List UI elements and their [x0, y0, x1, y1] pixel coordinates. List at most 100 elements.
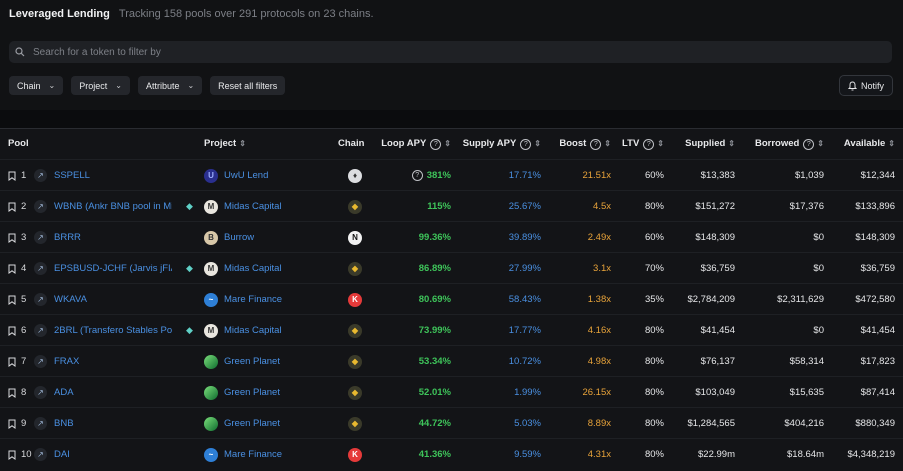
search-bar[interactable] — [9, 41, 892, 63]
boost-value: 4.16x — [587, 325, 611, 336]
external-link-icon[interactable]: ↗ — [34, 253, 47, 284]
bookmark-icon[interactable] — [8, 284, 16, 315]
bookmark-icon[interactable] — [8, 439, 16, 470]
project-link[interactable]: Green Planet — [204, 346, 280, 377]
project-link[interactable]: ~ Mare Finance — [204, 284, 282, 315]
project-link[interactable]: U UwU Lend — [204, 160, 268, 191]
project-link[interactable]: M Midas Capital — [204, 315, 282, 346]
row-rank: 1 — [21, 170, 27, 181]
boost-value: 3.1x — [593, 263, 611, 274]
pool-link[interactable]: ADA — [54, 377, 74, 408]
col-header-chain-label: Chain — [338, 138, 365, 149]
help-icon[interactable]: ? — [430, 139, 442, 150]
external-link-icon[interactable]: ↗ — [34, 377, 47, 408]
bsc-icon: ◆ — [348, 385, 362, 400]
supply-apy-value: 9.59% — [514, 449, 541, 460]
boost-value: 4.5x — [593, 201, 611, 212]
row-rank: 10 — [21, 449, 32, 460]
help-icon[interactable]: ? — [411, 170, 423, 181]
table-row[interactable]: 8 ↗ ADA Green Planet ◆ 52.01% 1.99% 26.1… — [0, 376, 903, 408]
pool-link[interactable]: WBNB (Ankr BNB pool in Midas Capital) — [54, 191, 172, 222]
col-header-project[interactable]: Project ⇕ — [204, 138, 246, 149]
table-row[interactable]: 2 ↗ WBNB (Ankr BNB pool in Midas Capital… — [0, 190, 903, 222]
attribute-filter-button[interactable]: Attribute ⌄ — [137, 76, 203, 95]
chain-filter-button[interactable]: Chain ⌄ — [9, 76, 64, 95]
table-row[interactable]: 5 ↗ WKAVA ~ Mare Finance K 80.69% 58.43%… — [0, 283, 903, 315]
pool-link[interactable]: BRRR — [54, 222, 81, 253]
project-name: Mare Finance — [224, 449, 283, 460]
reset-filters-button[interactable]: Reset all filters — [210, 76, 286, 95]
loop-apy-text: 99.36% — [418, 232, 451, 243]
help-icon[interactable]: ? — [590, 139, 602, 150]
bookmark-icon[interactable] — [8, 253, 16, 284]
project-link[interactable]: B Burrow — [204, 222, 254, 253]
project-filter-button[interactable]: Project ⌄ — [71, 76, 130, 95]
project-name: Green Planet — [224, 418, 280, 429]
table-row[interactable]: 4 ↗ EPSBUSD-JCHF (Jarvis jFIAT Pool) ◆ M… — [0, 252, 903, 284]
external-link-icon[interactable]: ↗ — [34, 346, 47, 377]
external-link-icon[interactable]: ↗ — [34, 408, 47, 439]
loop-apy-text: 80.69% — [418, 294, 451, 305]
bookmark-icon[interactable] — [8, 191, 16, 222]
project-link[interactable]: M Midas Capital — [204, 191, 282, 222]
available-value: $472,580 — [855, 294, 895, 305]
col-header-borrowed[interactable]: Borrowed? ⇕ — [755, 138, 824, 150]
boost-value: 4.31x — [587, 449, 611, 460]
chain-cell: N — [348, 222, 362, 253]
filter-bar: Chain ⌄ Project ⌄ Attribute ⌄ Reset all fil… — [9, 76, 286, 95]
help-icon[interactable]: ? — [803, 139, 815, 150]
external-link-icon[interactable]: ↗ — [34, 222, 47, 253]
external-link-icon[interactable]: ↗ — [34, 315, 47, 346]
loop-apy-text: 381% — [426, 170, 451, 181]
sort-icon: ⇕ — [239, 139, 246, 148]
loop-apy-value: 99.36% — [419, 222, 451, 253]
available-value: $17,823 — [860, 356, 895, 367]
external-link-icon[interactable]: ↗ — [34, 191, 47, 222]
lending-table: Pool Project ⇕ Chain Loop APY? ⇕ Supply AP… — [0, 128, 903, 471]
col-header-supplied[interactable]: Supplied ⇕ — [685, 138, 735, 149]
pool-link[interactable]: FRAX — [54, 346, 79, 377]
table-row[interactable]: 1 ↗ SSPELL U UwU Lend ♦ ? 381% 17.71% 21.… — [0, 159, 903, 191]
project-link[interactable]: Green Planet — [204, 408, 280, 439]
supply-apy-value: 25.67% — [508, 201, 541, 212]
pool-link[interactable]: WKAVA — [54, 284, 87, 315]
bookmark-icon[interactable] — [8, 377, 16, 408]
bookmark-icon[interactable] — [8, 160, 16, 191]
help-icon[interactable]: ? — [520, 139, 532, 150]
bookmark-icon[interactable] — [8, 408, 16, 439]
project-link[interactable]: ~ Mare Finance — [204, 439, 282, 470]
table-row[interactable]: 9 ↗ BNB Green Planet ◆ 44.72% 5.03% 8.89… — [0, 407, 903, 439]
external-link-icon[interactable]: ↗ — [34, 439, 47, 470]
bookmark-icon[interactable] — [8, 222, 16, 253]
project-link[interactable]: M Midas Capital — [204, 253, 282, 284]
help-icon[interactable]: ? — [643, 139, 655, 150]
col-header-supplied-label: Supplied — [685, 138, 726, 149]
bookmark-icon[interactable] — [8, 315, 16, 346]
notify-button[interactable]: Notify — [838, 75, 893, 96]
pool-link[interactable]: BNB — [54, 408, 74, 439]
table-row[interactable]: 10 ↗ DAI ~ Mare Finance K 41.36% 9.59% 4… — [0, 438, 903, 470]
col-header-available[interactable]: Available ⇕ — [844, 138, 895, 149]
table-row[interactable]: 6 ↗ 2BRL (Transfero Stables Pool) ◆ M Mi… — [0, 314, 903, 346]
borrowed-value: $0 — [813, 263, 824, 274]
pool-link[interactable]: SSPELL — [54, 160, 90, 191]
col-header-ltv[interactable]: LTV? ⇕ — [622, 138, 664, 150]
col-header-loop-apy[interactable]: Loop APY? ⇕ — [381, 138, 451, 150]
col-header-boost[interactable]: Boost? ⇕ — [559, 138, 611, 150]
pool-link[interactable]: DAI — [54, 439, 70, 470]
external-link-icon[interactable]: ↗ — [34, 160, 47, 191]
pool-link[interactable]: EPSBUSD-JCHF (Jarvis jFIAT Pool) — [54, 253, 172, 284]
loop-apy-text: 53.34% — [418, 356, 451, 367]
external-link-icon[interactable]: ↗ — [34, 284, 47, 315]
page-title: Leveraged Lending — [9, 8, 110, 20]
search-icon — [15, 47, 25, 57]
project-link[interactable]: Green Planet — [204, 377, 280, 408]
table-row[interactable]: 3 ↗ BRRR B Burrow N 99.36% 39.89% 2.49x … — [0, 221, 903, 253]
table-row[interactable]: 7 ↗ FRAX Green Planet ◆ 53.34% 10.72% 4.… — [0, 345, 903, 377]
col-header-supply-apy[interactable]: Supply APY? ⇕ — [463, 138, 541, 150]
row-rank: 2 — [21, 201, 27, 212]
bookmark-icon[interactable] — [8, 346, 16, 377]
ltv-value: 80% — [644, 387, 664, 398]
pool-link[interactable]: 2BRL (Transfero Stables Pool) — [54, 315, 172, 346]
search-input[interactable] — [31, 45, 835, 59]
